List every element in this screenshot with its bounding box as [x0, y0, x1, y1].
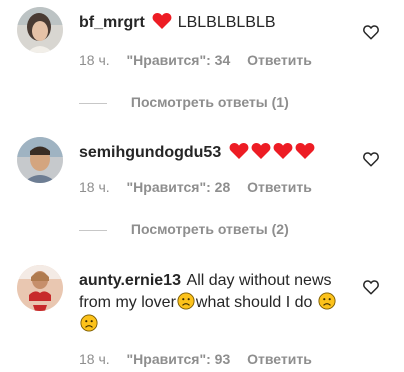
heart-emoji-icon [295, 143, 315, 159]
comment-likes[interactable]: "Нравится": 28 [127, 179, 231, 195]
view-replies-divider [79, 229, 107, 231]
heart-emoji-icon [251, 143, 271, 159]
reply-button[interactable]: Ответить [247, 179, 312, 195]
sad-face-emoji-icon [177, 292, 195, 310]
comment-time: 18 ч. [79, 351, 110, 367]
comment-meta: 18 ч. "Нравится": 28 Ответить [79, 179, 325, 195]
comment-text-part2: what should I do [195, 294, 313, 311]
heart-emoji-icon [152, 13, 172, 29]
heart-outline-icon[interactable] [362, 150, 380, 168]
comment-meta: 18 ч. "Нравится": 93 Ответить [79, 351, 325, 367]
comment-time: 18 ч. [79, 52, 110, 68]
comment-meta: 18 ч. "Нравится": 34 Ответить [79, 52, 325, 68]
view-replies-button[interactable]: Посмотреть ответы (1) [79, 94, 289, 110]
view-replies-button[interactable]: Посмотреть ответы (2) [79, 221, 289, 237]
comment-text: LBLBLBLBLB [177, 14, 276, 31]
avatar[interactable] [17, 137, 63, 183]
reply-button[interactable]: Ответить [247, 351, 312, 367]
sad-face-emoji-icon [80, 314, 98, 332]
comment-body: bf_mrgrt LBLBLBLBLB [79, 12, 339, 34]
comment-item: aunty.ernie13 All day without news from … [0, 258, 404, 372]
comment-username[interactable]: bf_mrgrt [79, 14, 145, 31]
reply-button[interactable]: Ответить [247, 52, 312, 68]
comment-time: 18 ч. [79, 179, 110, 195]
heart-outline-icon[interactable] [362, 23, 380, 41]
comment-body: aunty.ernie13 All day without news from … [79, 270, 339, 336]
heart-emoji-icon [229, 143, 249, 159]
avatar[interactable] [17, 265, 63, 311]
comment-item: bf_mrgrt LBLBLBLBLB 18 ч. "Нравится": 34… [0, 0, 404, 110]
comment-item: semihgundogdu53 18 ч. "Нравится": 28 Отв… [0, 130, 404, 250]
sad-face-emoji-icon [318, 292, 336, 310]
comment-body: semihgundogdu53 [79, 142, 339, 164]
comment-username[interactable]: semihgundogdu53 [79, 144, 221, 161]
view-replies-label: Посмотреть ответы (2) [130, 221, 289, 237]
view-replies-divider [79, 102, 107, 104]
avatar[interactable] [17, 7, 63, 53]
view-replies-label: Посмотреть ответы (1) [130, 94, 289, 110]
comment-likes[interactable]: "Нравится": 34 [127, 52, 231, 68]
heart-outline-icon[interactable] [362, 278, 380, 296]
comment-username[interactable]: aunty.ernie13 [79, 272, 181, 289]
heart-emoji-icon [273, 143, 293, 159]
comment-likes[interactable]: "Нравится": 93 [127, 351, 231, 367]
